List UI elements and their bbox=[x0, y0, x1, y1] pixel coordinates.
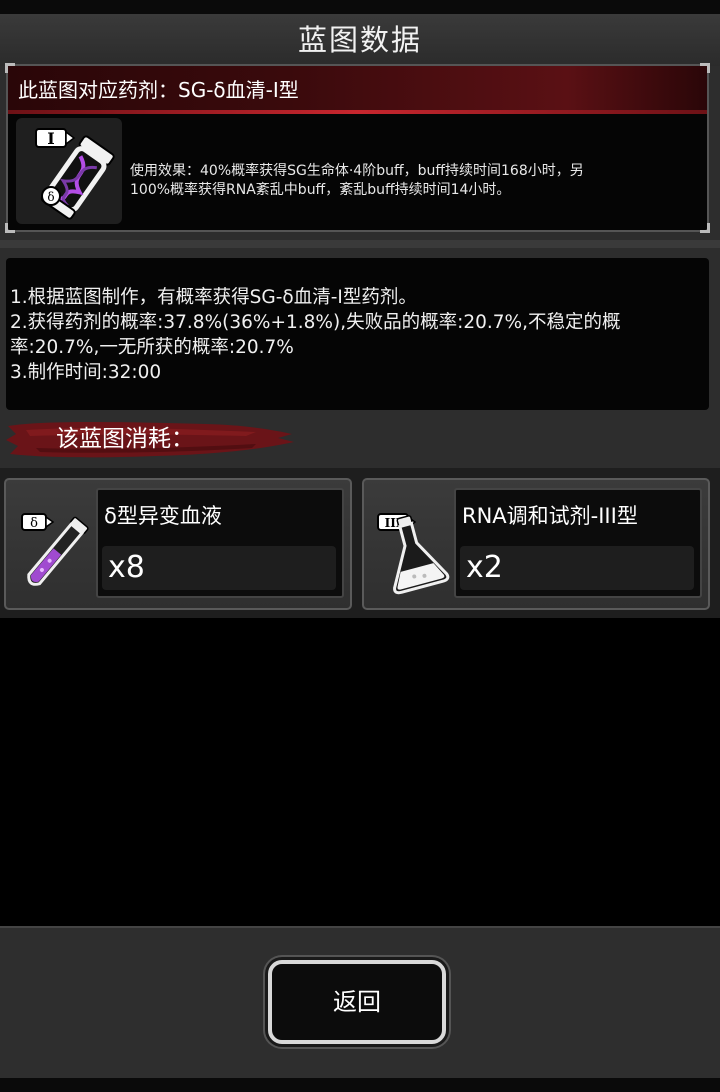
material-qty: x2 bbox=[466, 550, 503, 585]
material-info: δ型异变血液 x8 bbox=[96, 488, 344, 598]
material-qty-box: x2 bbox=[460, 546, 694, 590]
info-line: 3.制作时间:32:00 bbox=[10, 362, 162, 383]
empty-area bbox=[0, 618, 720, 926]
serum-vial-icon: I δ bbox=[16, 118, 122, 224]
screen: 蓝图数据 此蓝图对应药剂：SG-δ血清-I型 I δ 使用效果：40%概率获得S… bbox=[0, 0, 720, 1092]
serum-badge: I bbox=[47, 129, 54, 148]
material-qty-box: x8 bbox=[102, 546, 336, 590]
material-name: RNA调和试剂-III型 bbox=[462, 504, 638, 528]
page-title: 蓝图数据 bbox=[297, 23, 422, 57]
back-button-label: 返回 bbox=[333, 988, 381, 1016]
title-bar: 蓝图数据 bbox=[0, 14, 720, 66]
material-qty: x8 bbox=[108, 550, 145, 585]
bottom-strip bbox=[0, 1078, 720, 1092]
top-strip bbox=[0, 0, 720, 14]
flask-icon: III bbox=[370, 490, 452, 600]
serum-card: 此蓝图对应药剂：SG-δ血清-I型 I δ 使用效果：40%概率获得SG生命体·… bbox=[5, 63, 710, 233]
material-info: RNA调和试剂-III型 x2 bbox=[454, 488, 702, 598]
test-tube-icon: δ bbox=[12, 490, 94, 600]
material-card[interactable]: III RNA调和试剂-III型 x2 bbox=[362, 478, 710, 610]
info-line: 1.根据蓝图制作，有概率获得SG-δ血清-I型药剂。 bbox=[10, 287, 417, 308]
svg-text:δ: δ bbox=[47, 190, 54, 204]
separator bbox=[0, 240, 720, 248]
info-line: 2.获得药剂的概率:37.8%(36%+1.8%),失败品的概率:20.7%,不… bbox=[10, 312, 621, 333]
serum-title: 此蓝图对应药剂：SG-δ血清-I型 bbox=[18, 78, 299, 102]
back-button[interactable]: 返回 bbox=[268, 960, 446, 1044]
serum-description: 使用效果：40%概率获得SG生命体·4阶buff，buff持续时间168小时，另… bbox=[130, 163, 584, 198]
material-card[interactable]: δ δ型异变血液 x8 bbox=[4, 478, 352, 610]
info-line: 率:20.7%,一无所获的概率:20.7% bbox=[10, 337, 294, 358]
material-badge: δ bbox=[30, 516, 38, 531]
consume-heading: 该蓝图消耗： bbox=[6, 416, 296, 462]
material-name: δ型异变血液 bbox=[104, 504, 222, 528]
serum-header: 此蓝图对应药剂：SG-δ血清-I型 bbox=[8, 66, 707, 114]
consume-title: 该蓝图消耗： bbox=[56, 426, 194, 452]
blueprint-info: 1.根据蓝图制作，有概率获得SG-δ血清-I型药剂。 2.获得药剂的概率:37.… bbox=[6, 258, 709, 410]
